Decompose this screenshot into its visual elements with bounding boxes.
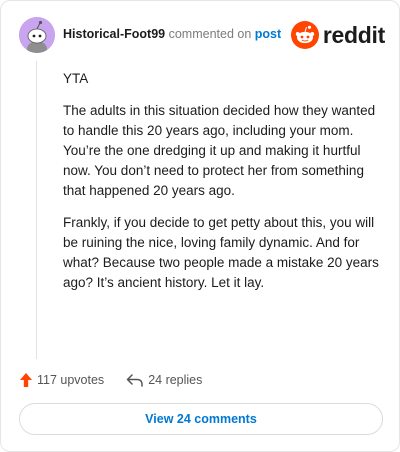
comment-paragraph: YTA (63, 71, 89, 86)
reddit-snoo-icon (290, 21, 319, 49)
snoo-avatar-icon (19, 17, 55, 53)
comment-paragraph: Frankly, if you decide to get petty abou… (63, 215, 379, 290)
thread-line[interactable] (36, 61, 37, 359)
byline: Historical-Foot99 commented on post (63, 27, 281, 41)
upvote-stat[interactable]: 117 upvotes (19, 372, 104, 388)
byline-action: commented on (168, 27, 252, 41)
comment-header: Historical-Foot99 commented on post redd… (19, 17, 385, 53)
upvote-count: 117 upvotes (37, 373, 105, 387)
reply-stat[interactable]: 24 replies (126, 373, 202, 387)
comment-stats: 117 upvotes 24 replies (19, 369, 224, 391)
logo-text: reddit (322, 21, 385, 48)
upvote-arrow-icon (20, 373, 32, 387)
post-link[interactable]: post (255, 27, 281, 41)
comment-body: YTA The adults in this situation decided… (63, 69, 381, 305)
comment-paragraph: The adults in this situation decided how… (63, 103, 376, 198)
reddit-logo[interactable]: reddit (290, 19, 385, 51)
view-comments-button[interactable]: View 24 comments (19, 403, 383, 435)
username[interactable]: Historical-Foot99 (63, 27, 165, 41)
reply-count: 24 replies (148, 373, 203, 387)
reply-arrow-icon (126, 374, 143, 387)
avatar[interactable] (19, 17, 55, 53)
comment-card: Historical-Foot99 commented on post redd… (0, 0, 400, 452)
